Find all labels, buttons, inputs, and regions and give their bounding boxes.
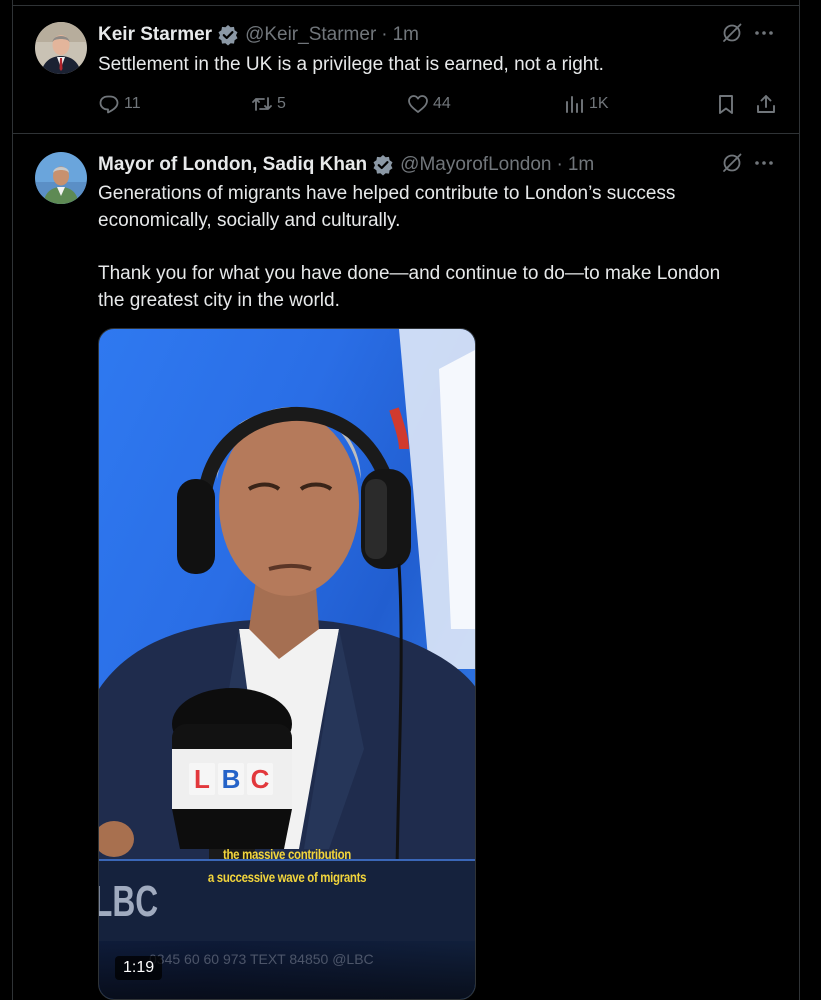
video-duration: 1:19	[115, 956, 163, 980]
heart-icon	[408, 95, 428, 113]
timestamp[interactable]: 1m	[393, 24, 419, 46]
separator-dot: ·	[556, 154, 563, 175]
tweet-keir-starmer[interactable]: Keir Starmer @Keir_Starmer · 1m Settleme…	[13, 6, 799, 134]
views-button[interactable]: 1K	[563, 93, 609, 115]
share-icon	[757, 95, 775, 113]
grok-icon[interactable]	[721, 22, 743, 44]
display-name[interactable]: Mayor of London, Sadiq Khan	[98, 154, 367, 176]
reply-count: 11	[124, 95, 141, 112]
lbc-mic-logo: L B C	[189, 763, 273, 795]
tweet-paragraph: Settlement in the UK is a privilege that…	[98, 54, 604, 75]
more-options-icon[interactable]	[753, 152, 775, 174]
like-count: 44	[433, 95, 451, 112]
verified-badge-icon[interactable]	[217, 24, 239, 46]
avatar[interactable]	[35, 152, 87, 204]
handle[interactable]: @MayorofLondon	[400, 154, 551, 176]
ticker-text: 0345 60 60 973 TEXT 84850 @LBC	[149, 951, 374, 967]
timestamp[interactable]: 1m	[568, 154, 594, 176]
tweet-text: Settlement in the UK is a privilege that…	[98, 51, 739, 78]
tweet-paragraph: Thank you for what you have done—and con…	[98, 263, 721, 311]
separator-dot: ·	[381, 24, 388, 45]
mic-logo-letter: B	[218, 763, 244, 795]
reply-button[interactable]: 11	[98, 93, 141, 115]
tweet-text: Generations of migrants have helped cont…	[98, 180, 739, 314]
mic-logo-letter: C	[247, 763, 273, 795]
tweet-actions: 11 5 44 1K	[98, 93, 779, 117]
video-caption: a successive wave of migrants	[207, 869, 367, 885]
timeline-column: Keir Starmer @Keir_Starmer · 1m Settleme…	[12, 0, 800, 1000]
share-button[interactable]	[755, 93, 781, 115]
handle[interactable]: @Keir_Starmer	[245, 24, 376, 46]
display-name[interactable]: Keir Starmer	[98, 24, 212, 46]
view-count: 1K	[589, 95, 609, 112]
tweet-header: Mayor of London, Sadiq Khan @MayorofLond…	[98, 152, 799, 178]
more-options-icon[interactable]	[753, 22, 775, 44]
avatar[interactable]	[35, 22, 87, 74]
repost-icon	[252, 97, 272, 111]
tweet-sadiq-khan[interactable]: Mayor of London, Sadiq Khan @MayorofLond…	[13, 135, 799, 1000]
reply-icon	[99, 95, 119, 114]
grok-icon[interactable]	[721, 152, 743, 174]
tweet-paragraph: Generations of migrants have helped cont…	[98, 183, 676, 231]
repost-button[interactable]: 5	[251, 93, 286, 115]
analytics-icon	[566, 96, 583, 113]
bookmark-icon	[719, 95, 733, 114]
mic-logo-letter: L	[189, 763, 215, 795]
bookmark-button[interactable]	[715, 93, 741, 115]
like-button[interactable]: 44	[407, 93, 451, 115]
repost-count: 5	[277, 95, 286, 112]
tweet-header: Keir Starmer @Keir_Starmer · 1m	[98, 22, 799, 48]
video-player[interactable]: L B C LBC the massive contribution a suc…	[98, 328, 476, 1000]
verified-badge-icon[interactable]	[372, 154, 394, 176]
video-caption: the massive contribution	[222, 846, 351, 862]
